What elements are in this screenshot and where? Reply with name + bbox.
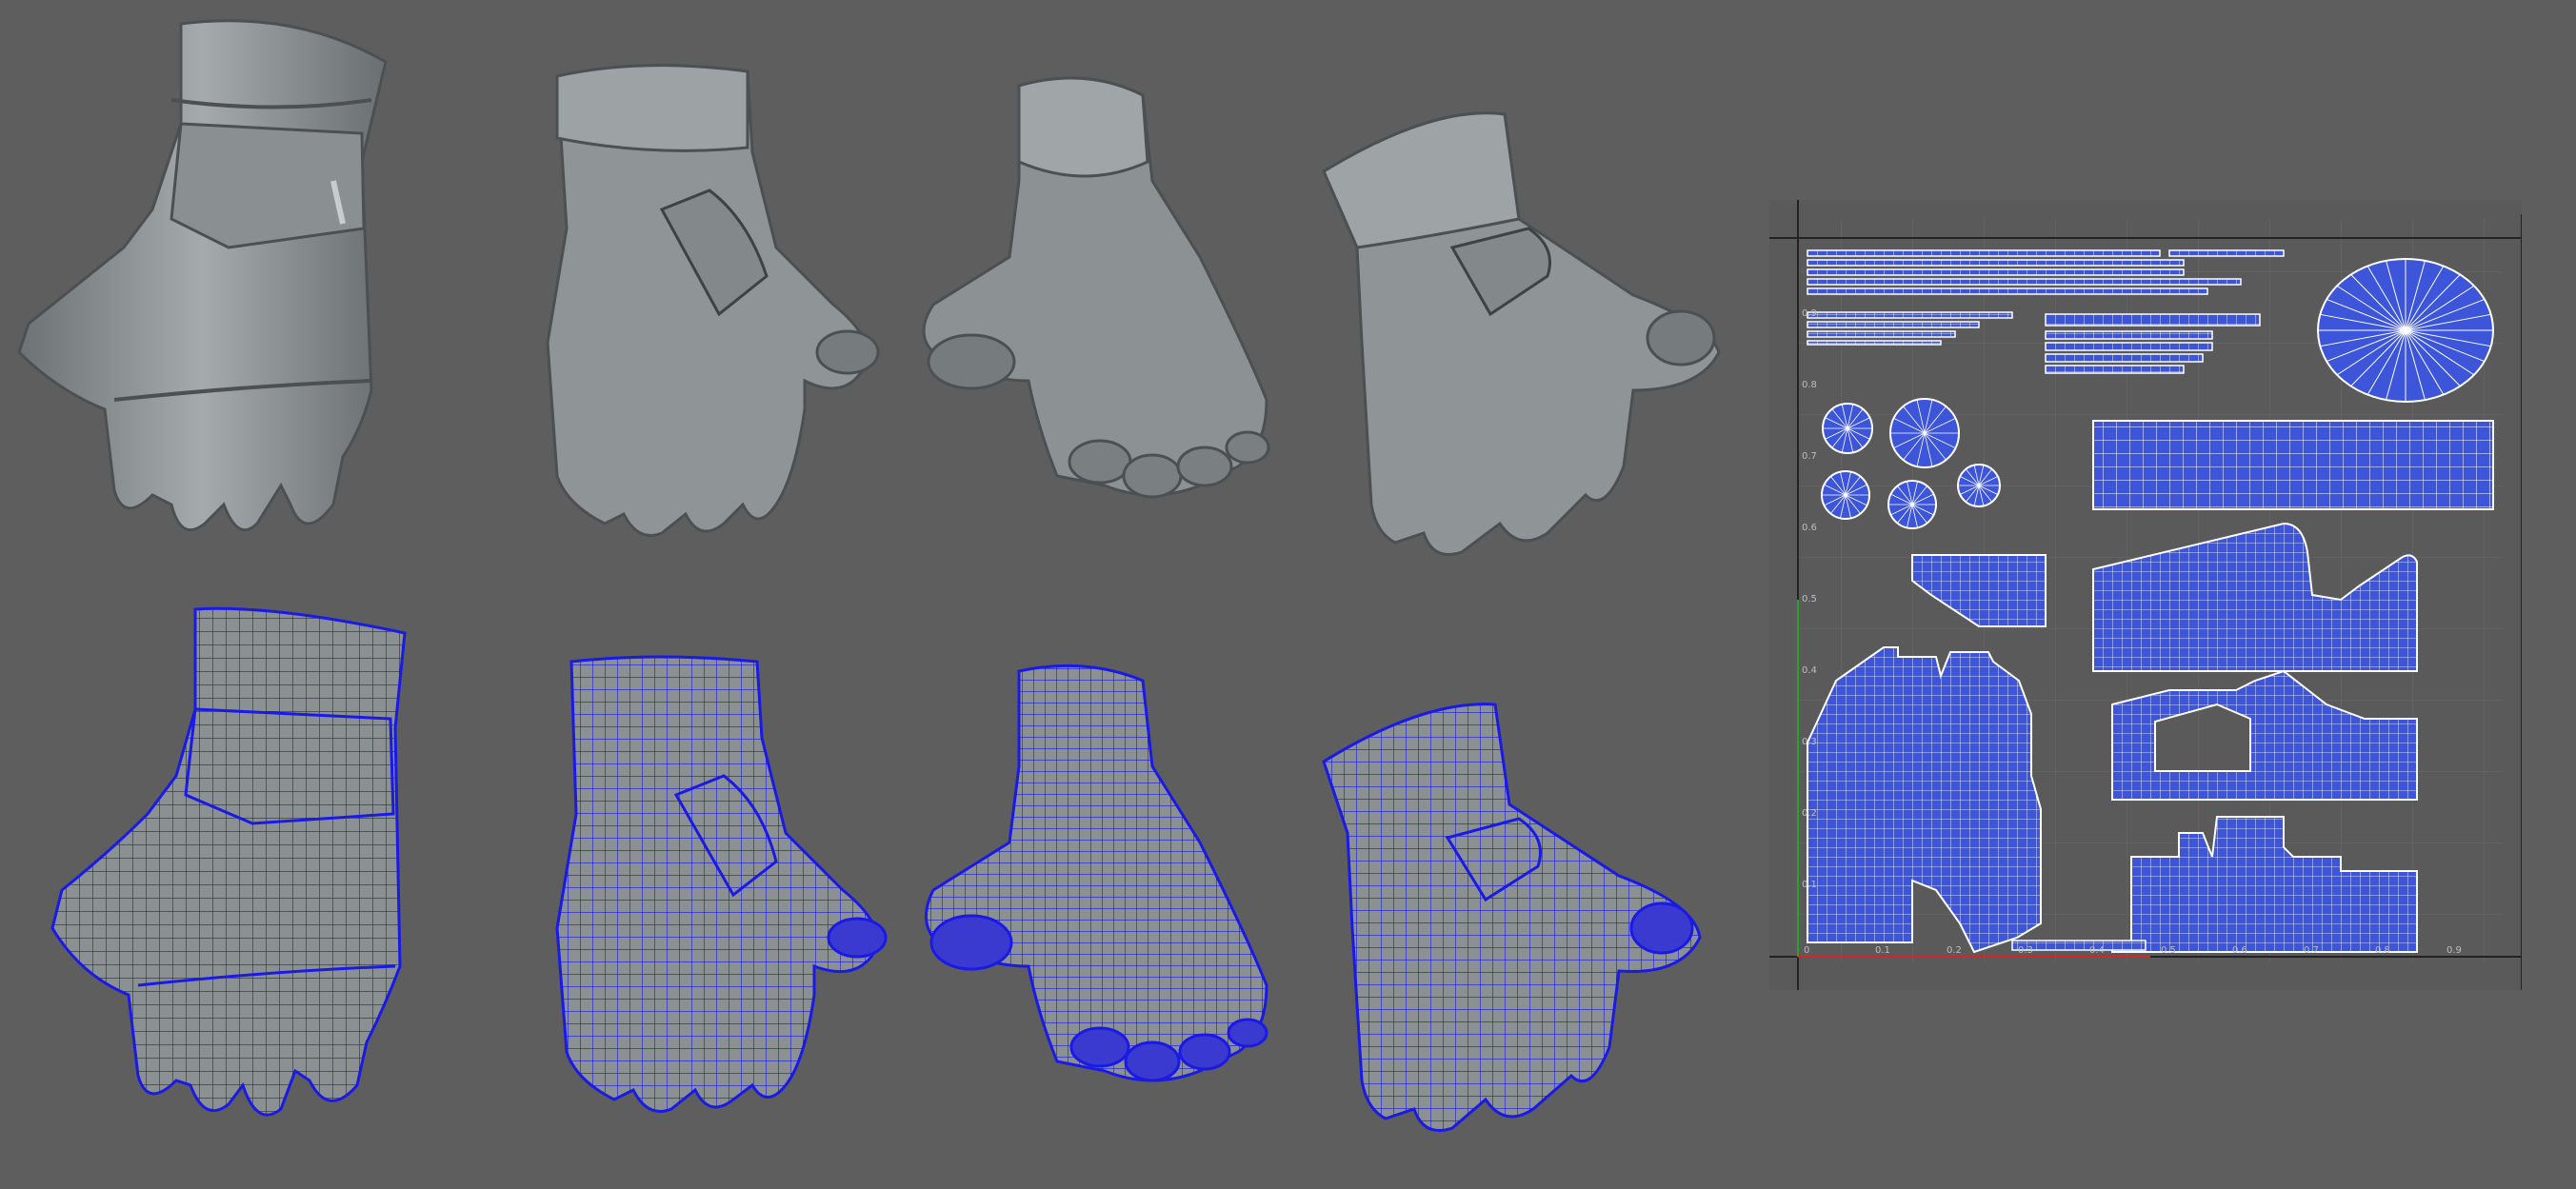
glove-shaded-fingertip-view: [914, 67, 1295, 514]
glove-wireframe-fingertip-view: [919, 657, 1290, 1095]
uv-y-tick-label: 0.8: [1802, 380, 1817, 390]
viewport[interactable]: 0 0.1 0.2 0.3 0.4 0.5 0.6 0.7 0.8 0.9 0.1 0.2 0.3 0.…: [0, 0, 2576, 1189]
uv-x-tick-label: 0.3: [2018, 945, 2033, 956]
glove-shaded-back-view: [17, 10, 419, 571]
uv-x-tick-label: 0.6: [2232, 945, 2247, 956]
uv-x-tick-label: 0.4: [2089, 945, 2105, 956]
uv-x-tick-label: 0.2: [1947, 945, 1962, 956]
glove-wireframe-palm-side-view: [1319, 700, 1702, 1166]
uv-y-tick-label: 0.6: [1802, 523, 1817, 533]
uv-x-tick-label: 0.5: [2161, 945, 2176, 956]
uv-x-tick-label: 0: [1804, 945, 1809, 956]
uv-y-tick-label: 0.1: [1802, 880, 1817, 890]
uv-x-tick-label: 0.7: [2304, 945, 2319, 956]
glove-shaded-palm-three-quarter-view: [519, 57, 900, 552]
uv-editor[interactable]: 0 0.1 0.2 0.3 0.4 0.5 0.6 0.7 0.8 0.9 0.1 0.2 0.3 0.…: [1769, 200, 2522, 990]
uv-y-tick-label: 0.5: [1802, 594, 1817, 604]
glove-wireframe-palm-three-quarter-view: [543, 652, 895, 1128]
uv-circle-cap-large: [2317, 258, 2494, 403]
uv-y-tick-label: 0.9: [1802, 308, 1817, 319]
uv-x-tick-label: 0.1: [1875, 945, 1890, 956]
uv-x-tick-label: 0.8: [2375, 945, 2390, 956]
glove-wireframe-back-view: [50, 604, 424, 1138]
uv-y-tick-label: 0.7: [1802, 451, 1817, 462]
uv-cuff-strip: [2092, 420, 2494, 510]
uv-y-tick-label: 0.3: [1802, 737, 1817, 747]
glove-shaded-palm-side-view: [1319, 105, 1721, 600]
uv-y-tick-label: 0.4: [1802, 665, 1817, 676]
uv-y-tick-label: 0.2: [1802, 808, 1817, 819]
uv-x-tick-label: 0.9: [2446, 945, 2462, 956]
